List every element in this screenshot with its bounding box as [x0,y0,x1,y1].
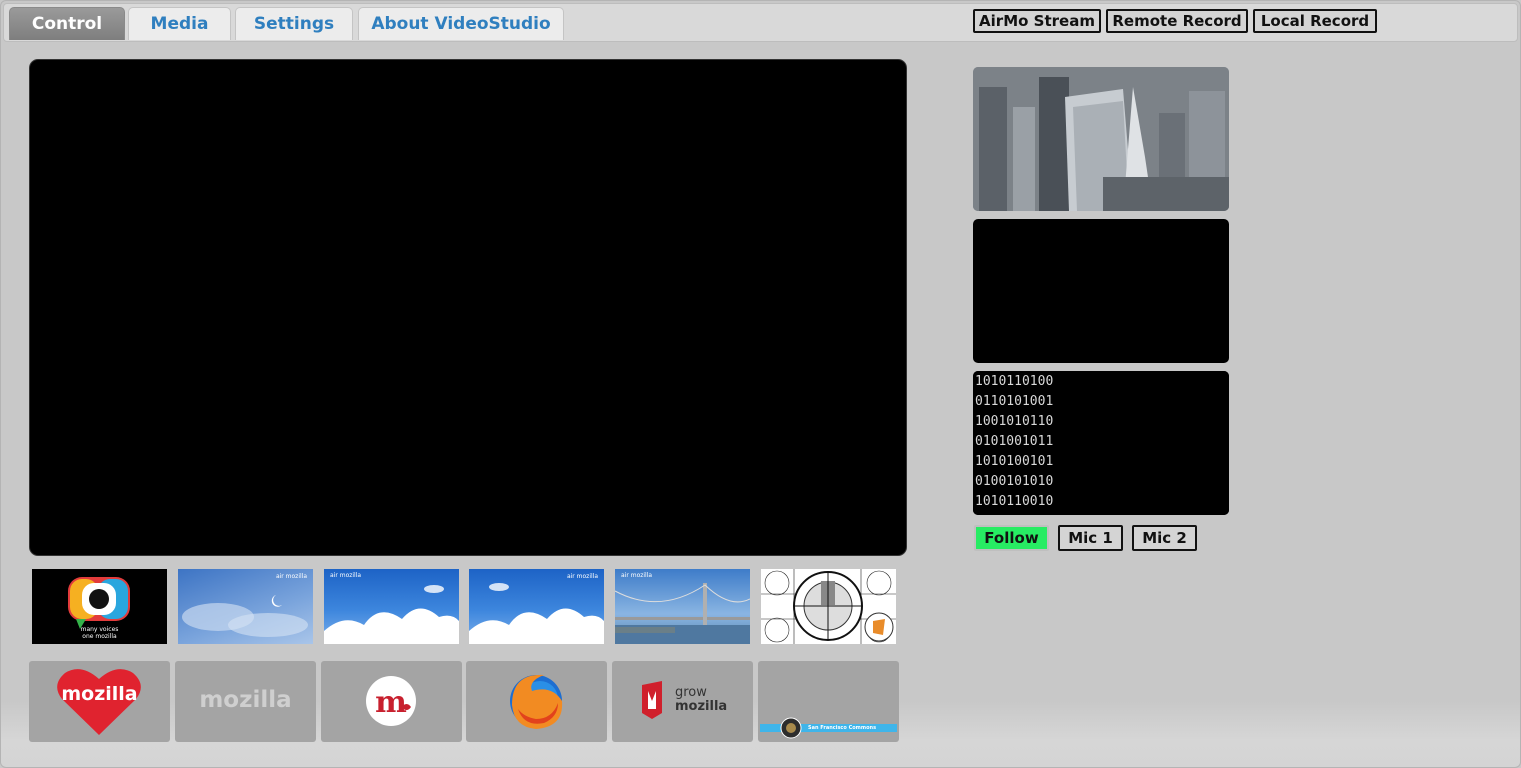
local-record-button[interactable]: Local Record [1253,9,1377,33]
mozilla-wordmark-label: mozilla [199,687,292,713]
moon-icon [182,595,308,637]
tile-grow-mozilla[interactable]: grow mozilla [612,661,753,742]
slide-thumb-clouds-2[interactable]: air mozilla [469,569,604,644]
preview-black[interactable] [973,219,1229,363]
tile-mozilla-heart[interactable]: mozilla [29,661,170,742]
airmo-stream-button[interactable]: AirMo Stream [973,9,1101,33]
svg-text:1010110100: 1010110100 [975,374,1053,389]
many-voices-text-2: one mozilla [82,633,117,640]
preview-binary[interactable]: 1010110100 0110101001 1001010110 0101001… [973,371,1229,515]
air-mozilla-watermark: air mozilla [566,573,598,580]
clouds-icon [469,583,604,644]
air-mozilla-watermark: air mozilla [330,572,362,579]
follow-button[interactable]: Follow [974,525,1049,551]
slide-thumb-bridge[interactable]: air mozilla [615,569,750,644]
svg-text:1010100101: 1010100101 [975,454,1053,469]
commons-label: San Francisco Commons [808,725,877,731]
firefox-icon [510,674,563,729]
tile-mozilla-wordmark[interactable]: mozilla [175,661,316,742]
slide-thumb-many-voices[interactable]: many voices one mozilla [32,569,167,644]
tab-media[interactable]: Media [128,7,231,40]
remote-record-button[interactable]: Remote Record [1106,9,1248,33]
binary-tunnel-icon: 1010110100 0110101001 1001010110 0101001… [973,371,1229,515]
city-skyline-icon [973,67,1229,211]
air-mozilla-watermark: air mozilla [275,573,307,580]
grow-label: grow [675,685,707,700]
test-pattern-icon [761,569,896,644]
svg-text:1001010110: 1001010110 [975,414,1053,429]
mozilla-heart-label: mozilla [61,683,138,705]
main-video-output [29,59,907,556]
mic-2-button[interactable]: Mic 2 [1132,525,1197,551]
tile-m-logo[interactable]: m [321,661,462,742]
clouds-icon [324,585,459,644]
tile-sf-commons[interactable]: San Francisco Commons [758,661,899,742]
svg-text:0101001011: 0101001011 [975,434,1053,449]
slide-thumb-moon[interactable]: air mozilla [178,569,313,644]
slide-thumb-clouds-1[interactable]: air mozilla [324,569,459,644]
svg-text:m: m [375,685,407,720]
tile-firefox[interactable] [466,661,607,742]
preview-city[interactable] [973,67,1229,211]
grow-mozilla-label: mozilla [675,699,728,714]
air-mozilla-watermark: air mozilla [621,572,653,579]
slide-thumb-test-card[interactable] [761,569,896,644]
svg-text:1010110010: 1010110010 [975,494,1053,509]
mic-1-button[interactable]: Mic 1 [1058,525,1123,551]
svg-text:0110101001: 0110101001 [975,394,1053,409]
tab-settings[interactable]: Settings [235,7,353,40]
svg-text:0100101010: 0100101010 [975,474,1053,489]
bridge-icon [615,583,750,644]
tab-about[interactable]: About VideoStudio [358,7,564,40]
many-voices-text-1: many voices [80,626,119,633]
tab-control[interactable]: Control [9,7,125,40]
m-badge-icon: m [366,676,416,726]
